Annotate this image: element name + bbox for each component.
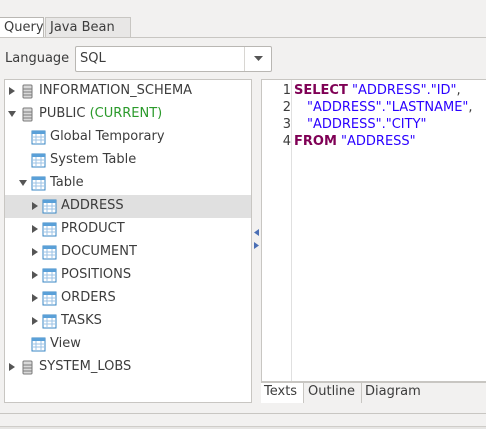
tree-item-label: ADDRESS — [61, 198, 124, 213]
sql-identifier: "ADDRESS"."LASTNAME" — [307, 100, 469, 115]
tree-item-label: POSITIONS — [61, 267, 132, 282]
pane-splitter[interactable] — [253, 79, 260, 403]
tree-item-global-temporary[interactable]: Global Temporary — [5, 126, 251, 149]
sql-keyword: SELECT — [294, 83, 348, 98]
expand-arrow-icon[interactable] — [31, 316, 39, 326]
tree-item-label: ORDERS — [61, 290, 116, 305]
line-number: 2 — [282, 100, 291, 115]
sql-keyword: FROM — [294, 134, 337, 149]
tree-item-public[interactable]: PUBLIC (CURRENT) — [5, 103, 251, 126]
code-line-1: SELECT "ADDRESS"."ID", — [294, 83, 461, 98]
tree-item-system-lobs[interactable]: SYSTEM_LOBS — [5, 356, 251, 379]
view-icon — [31, 337, 46, 352]
editor-tab-bar: Texts Outline Diagram — [261, 382, 486, 403]
table-icon — [42, 314, 57, 329]
language-select[interactable]: SQL — [75, 46, 272, 72]
expand-arrow-icon[interactable] — [31, 201, 39, 211]
tree-item-label: Global Temporary — [50, 129, 165, 144]
tree-item-label: Table — [50, 175, 84, 190]
expand-arrow-icon[interactable] — [31, 247, 39, 257]
expand-arrow-icon[interactable] — [31, 270, 39, 280]
tab-texts[interactable]: Texts — [261, 383, 304, 403]
dropdown-arrow-icon — [254, 56, 263, 61]
table-icon — [42, 291, 57, 306]
tree-item-information-schema[interactable]: INFORMATION_SCHEMA — [5, 80, 251, 103]
table-icon — [42, 222, 57, 237]
tree-item-label: INFORMATION_SCHEMA — [39, 83, 193, 98]
tree-item-tasks[interactable]: TASKS — [5, 310, 251, 333]
table-icon — [42, 245, 57, 260]
top-tab-bar: Query Java Bean — [0, 0, 486, 38]
database-icon — [20, 107, 35, 122]
language-label: Language — [5, 51, 70, 66]
database-icon — [20, 84, 35, 99]
line-number-gutter: 1 2 3 4 — [262, 80, 292, 381]
language-value: SQL — [80, 51, 106, 66]
tree-item-label: PUBLIC (CURRENT) — [39, 106, 163, 121]
tab-divider — [0, 37, 486, 38]
expand-arrow-icon[interactable] — [31, 293, 39, 303]
collapse-right-icon[interactable] — [254, 242, 259, 249]
tree-item-label: View — [50, 336, 81, 351]
schema-tree[interactable]: INFORMATION_SCHEMA PUBLIC (CURRENT) Glob… — [4, 79, 252, 403]
tree-item-label: TASKS — [61, 313, 102, 328]
bottom-divider — [0, 413, 486, 414]
table-folder-icon — [31, 153, 46, 168]
sql-identifier: "ADDRESS"."ID" — [351, 83, 457, 98]
code-line-2: "ADDRESS"."LASTNAME", — [307, 100, 473, 115]
table-icon — [42, 268, 57, 283]
line-number: 3 — [282, 117, 291, 132]
sql-editor[interactable]: 1 2 3 4 SELECT "ADDRESS"."ID", "ADDRESS"… — [261, 79, 486, 382]
line-number: 1 — [282, 83, 291, 98]
tab-query[interactable]: Query — [0, 17, 44, 38]
tree-item-address[interactable]: ADDRESS — [5, 195, 251, 218]
tree-item-table[interactable]: Table — [5, 172, 251, 195]
collapse-arrow-icon[interactable] — [7, 110, 17, 118]
tree-item-orders[interactable]: ORDERS — [5, 287, 251, 310]
sql-identifier: "ADDRESS"."CITY" — [307, 117, 427, 132]
dropdown-button[interactable] — [244, 47, 271, 71]
table-icon — [42, 199, 57, 214]
expand-arrow-icon[interactable] — [8, 362, 16, 372]
code-line-4: FROM "ADDRESS" — [294, 134, 416, 149]
code-line-3: "ADDRESS"."CITY" — [307, 117, 427, 132]
expand-arrow-icon[interactable] — [31, 224, 39, 234]
sql-identifier: "ADDRESS" — [341, 134, 416, 149]
tab-outline[interactable]: Outline — [305, 383, 360, 403]
tab-diagram[interactable]: Diagram — [361, 383, 425, 403]
collapse-arrow-icon[interactable] — [18, 179, 28, 187]
database-icon — [20, 360, 35, 375]
current-schema-badge: (CURRENT) — [89, 106, 163, 121]
table-folder-icon — [31, 130, 46, 145]
tree-item-view[interactable]: View — [5, 333, 251, 356]
line-number: 4 — [282, 134, 291, 149]
tree-item-document[interactable]: DOCUMENT — [5, 241, 251, 264]
collapse-left-icon[interactable] — [254, 229, 259, 236]
tree-item-product[interactable]: PRODUCT — [5, 218, 251, 241]
tree-item-label: PRODUCT — [61, 221, 125, 236]
tree-item-label: System Table — [50, 152, 137, 167]
tree-item-positions[interactable]: POSITIONS — [5, 264, 251, 287]
expand-arrow-icon[interactable] — [8, 86, 16, 96]
table-folder-icon — [31, 176, 46, 191]
tree-item-label: SYSTEM_LOBS — [39, 359, 132, 374]
tree-item-system-table[interactable]: System Table — [5, 149, 251, 172]
tab-java-bean[interactable]: Java Bean — [45, 17, 131, 38]
tree-item-label: DOCUMENT — [61, 244, 137, 259]
